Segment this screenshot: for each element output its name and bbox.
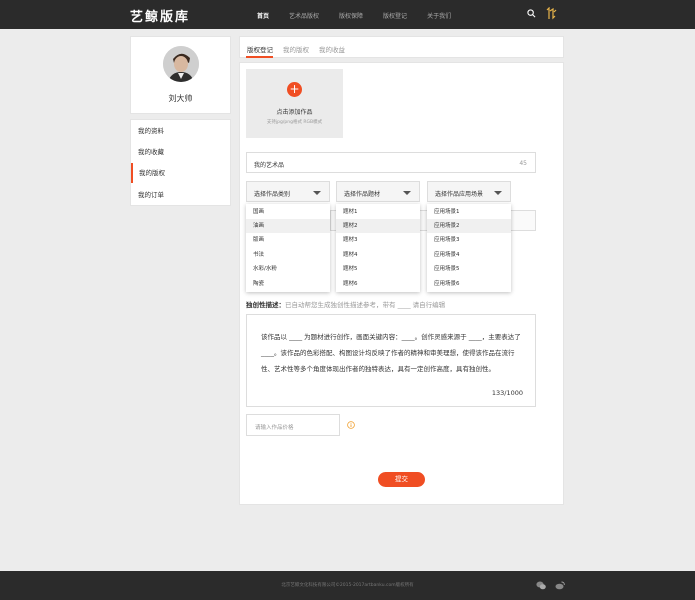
avatar[interactable] (163, 46, 199, 82)
footer: 北京艺鲸文化科技有限公司©2015-2017artbanku.com版权所有 (0, 571, 695, 600)
category-select-label: 选择作品类别 (254, 191, 291, 198)
sidebar-item-my-orders[interactable]: 我的订单 (131, 185, 230, 205)
theme-dropdown: 题材1 题材2 题材3 题材4 题材5 题材6 (336, 204, 420, 292)
sidebar-item-my-copyright[interactable]: 我的版权 (131, 163, 230, 183)
theme-select[interactable]: 选择作品题材 (336, 181, 420, 202)
submit-button[interactable]: 提交 (378, 472, 425, 487)
dropdown-option[interactable]: 应用场景1 (427, 205, 511, 219)
dropdown-option[interactable]: 版画 (246, 233, 330, 247)
price-placeholder: 请输入作品价格 (255, 425, 294, 431)
tab-active-indicator (246, 56, 273, 58)
scenario-dropdown: 应用场景1 应用场景2 应用场景3 应用场景4 应用场景5 应用场景6 (427, 204, 511, 292)
upload-artwork-box[interactable]: + 点击添加作品 支持jpg/png格式 RGB模式 (246, 69, 343, 138)
dropdown-option[interactable]: 水彩/水粉 (246, 262, 330, 276)
search-icon[interactable] (527, 9, 536, 18)
dropdown-option[interactable]: 应用场景4 (427, 248, 511, 262)
upload-subtitle: 支持jpg/png格式 RGB模式 (266, 120, 323, 125)
description-textarea[interactable]: 该作品以 ____ 为题材进行创作，画面关键内容：____。创作灵感来源于 __… (246, 314, 536, 407)
scenario-select-label: 选择作品应用场景 (435, 191, 484, 198)
nav-item-copyright-registration[interactable]: 版权登记 (383, 11, 407, 20)
description-title: 独创性描述： (246, 301, 285, 309)
info-icon[interactable] (347, 421, 355, 429)
tab-my-copyright[interactable]: 我的版权 (283, 44, 309, 54)
top-navbar: 艺鲸版库 首页 艺术品版权 版权保障 版权登记 关于我们 (0, 0, 695, 29)
dropdown-option[interactable]: 油画 (246, 219, 330, 233)
nav-item-art-copyright[interactable]: 艺术品版权 (289, 11, 319, 20)
dropdown-option[interactable]: 应用场景2 (427, 219, 511, 233)
site-logo[interactable]: 艺鲸版库 (130, 6, 190, 25)
chevron-down-icon (403, 191, 411, 195)
description-hint: 已自动帮您生成独创性描述参考，带有 ____ 请自行编辑 (285, 301, 446, 309)
theme-select-label: 选择作品题材 (344, 191, 381, 198)
dropdown-option[interactable]: 题材2 (336, 219, 420, 233)
profile-card: 刘大帅 (130, 36, 231, 114)
dropdown-option[interactable]: 陶瓷 (246, 277, 330, 291)
avatar-image (163, 46, 199, 82)
nav-item-about-us[interactable]: 关于我们 (427, 11, 451, 20)
sidebar-item-my-profile[interactable]: 我的资料 (131, 121, 230, 141)
dropdown-option[interactable]: 国画 (246, 205, 330, 219)
category-select[interactable]: 选择作品类别 (246, 181, 330, 202)
copyright-text: 北京艺鲸文化科技有限公司©2015-2017artbanku.com版权所有 (281, 583, 414, 588)
sidebar-item-my-favorites[interactable]: 我的收藏 (131, 142, 230, 162)
main-nav: 首页 艺术品版权 版权保障 版权登记 关于我们 (257, 11, 471, 20)
profile-name: 刘大帅 (168, 94, 193, 103)
dropdown-option[interactable]: 书法 (246, 248, 330, 262)
chevron-down-icon (313, 191, 321, 195)
artwork-title-value: 我的艺术品 (254, 162, 285, 169)
brand-mark-icon[interactable] (545, 7, 557, 20)
tab-my-earnings[interactable]: 我的收益 (319, 44, 345, 54)
dropdown-option[interactable]: 题材3 (336, 233, 420, 247)
sidebar-menu: 我的资料 我的收藏 我的版权 我的订单 (130, 119, 231, 206)
upload-title: 点击添加作品 (276, 109, 313, 116)
nav-item-copyright-protection[interactable]: 版权保障 (339, 11, 363, 20)
dropdown-option[interactable]: 题材1 (336, 205, 420, 219)
chevron-down-icon (494, 191, 502, 195)
dropdown-option[interactable]: 应用场景5 (427, 262, 511, 276)
tab-bar: 版权登记 我的版权 我的收益 (239, 36, 564, 58)
dropdown-option[interactable]: 题材5 (336, 262, 420, 276)
dropdown-option[interactable]: 题材6 (336, 277, 420, 291)
wechat-icon[interactable] (536, 581, 546, 590)
weibo-icon[interactable] (555, 581, 565, 590)
artwork-title-count: 45 (519, 160, 527, 167)
description-text: 该作品以 ____ 为题材进行创作，画面关键内容：____。创作灵感来源于 __… (261, 333, 521, 373)
tab-copyright-registration[interactable]: 版权登记 (247, 44, 273, 54)
description-count: 133/1000 (491, 389, 523, 397)
nav-item-home[interactable]: 首页 (257, 11, 269, 20)
plus-icon: + (287, 82, 302, 97)
dropdown-option[interactable]: 应用场景3 (427, 233, 511, 247)
scenario-select[interactable]: 选择作品应用场景 (427, 181, 511, 202)
artwork-title-input[interactable]: 我的艺术品 45 (246, 152, 536, 173)
description-label: 独创性描述：已自动帮您生成独创性描述参考，带有 ____ 请自行编辑 (246, 299, 445, 309)
price-input[interactable]: 请输入作品价格 (246, 414, 340, 436)
dropdown-option[interactable]: 应用场景6 (427, 277, 511, 291)
category-dropdown: 国画 油画 版画 书法 水彩/水粉 陶瓷 (246, 204, 330, 292)
dropdown-option[interactable]: 题材4 (336, 248, 420, 262)
